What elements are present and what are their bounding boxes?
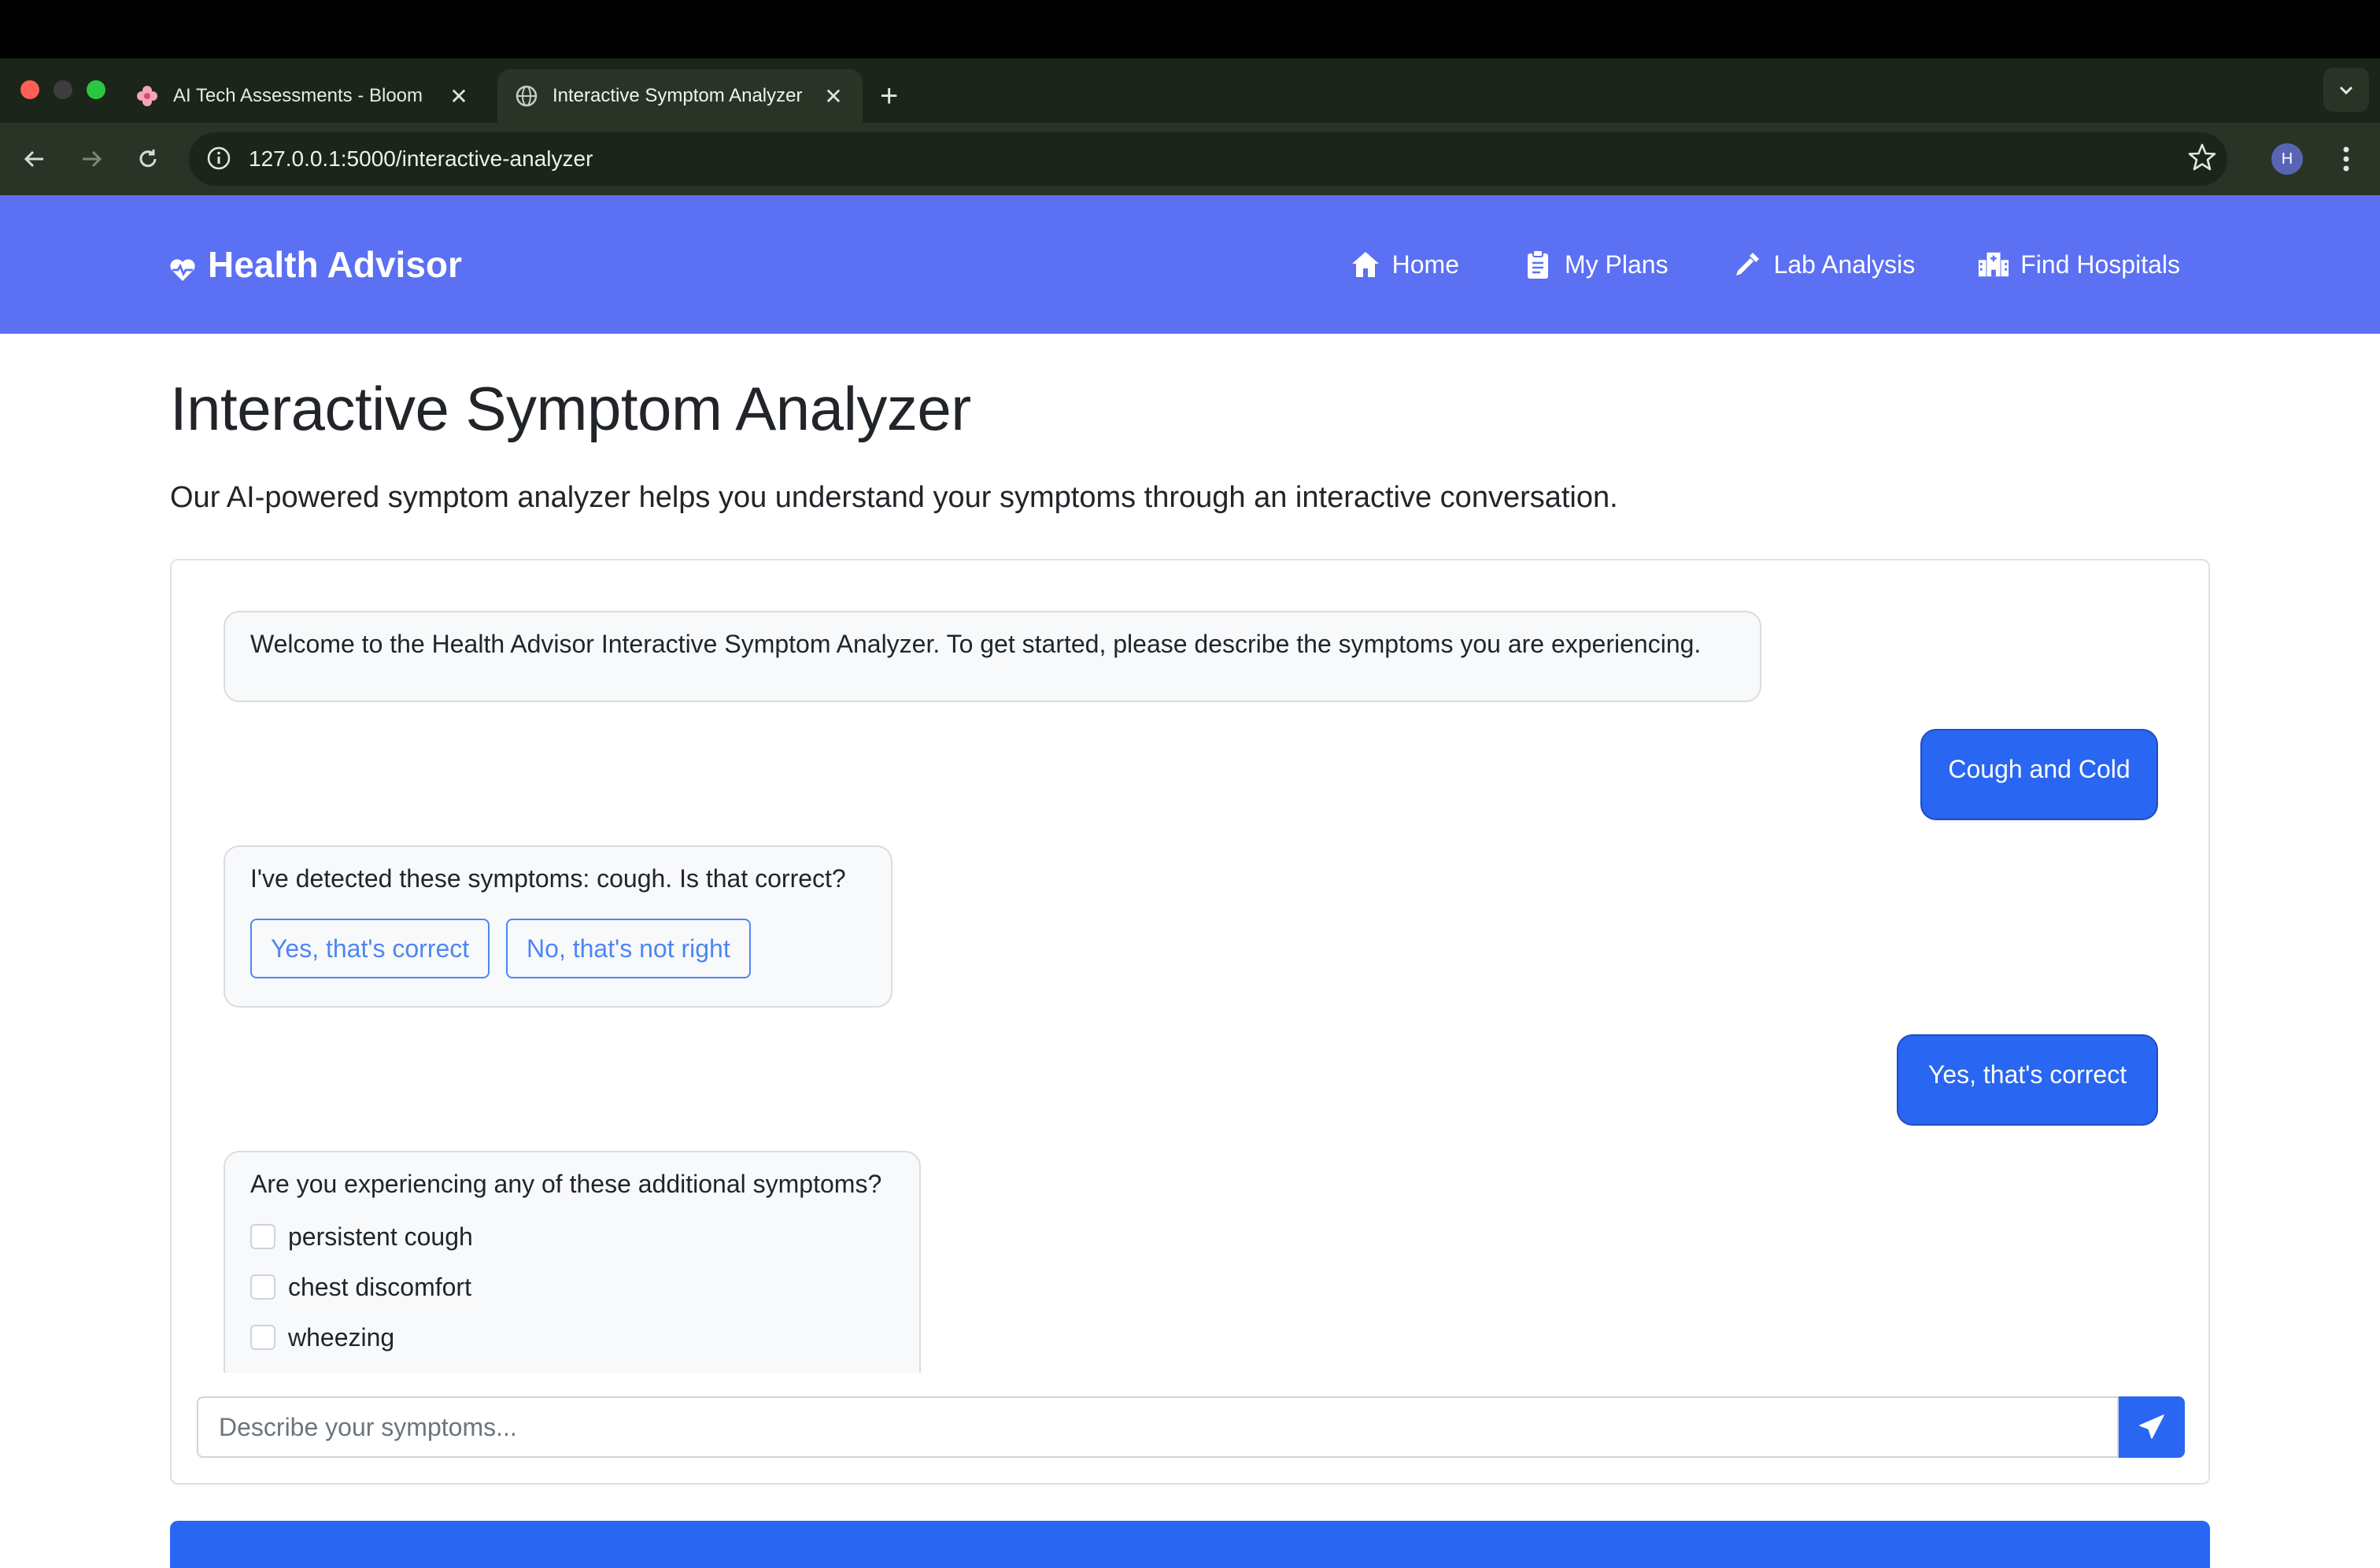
chat-card: Welcome to the Health Advisor Interactiv… bbox=[170, 559, 2210, 1485]
symptom-checkbox[interactable] bbox=[250, 1224, 275, 1249]
symptom-input[interactable] bbox=[197, 1396, 2119, 1458]
tab-title: AI Tech Assessments - Bloom bbox=[173, 85, 423, 106]
symptom-option[interactable]: chest discomfort bbox=[250, 1262, 894, 1312]
app-navbar: Health Advisor Home My Plans Lab Analysi… bbox=[0, 195, 2380, 334]
hospital-icon bbox=[1978, 249, 2009, 280]
brand-link[interactable]: Health Advisor bbox=[168, 195, 462, 334]
user-message-text: Yes, that's correct bbox=[1927, 1060, 2127, 1089]
heart-pulse-icon bbox=[168, 250, 197, 281]
clipboard-icon bbox=[1522, 249, 1554, 280]
nav-home[interactable]: Home bbox=[1350, 249, 1459, 280]
symptom-label: chest discomfort bbox=[288, 1272, 471, 1301]
nav-my-plans-label: My Plans bbox=[1564, 250, 1669, 279]
user-message-text: Cough and Cold bbox=[1948, 754, 2131, 783]
forward-arrow-icon[interactable] bbox=[72, 140, 110, 178]
symptom-checkbox[interactable] bbox=[250, 1274, 275, 1300]
window-zoom-button[interactable] bbox=[87, 80, 105, 99]
nav-my-plans[interactable]: My Plans bbox=[1522, 249, 1669, 280]
address-bar[interactable]: 127.0.0.1:5000/interactive-analyzer bbox=[189, 132, 2227, 186]
browser-tab-analyzer[interactable]: Interactive Symptom Analyzer ✕ bbox=[497, 69, 863, 123]
send-button[interactable] bbox=[2119, 1396, 2185, 1458]
confirm-no-button[interactable]: No, that's not right bbox=[506, 919, 751, 978]
chat-input-group bbox=[197, 1396, 2185, 1458]
nav-find-hospitals[interactable]: Find Hospitals bbox=[1978, 249, 2180, 280]
next-card-header bbox=[170, 1521, 2210, 1568]
pipette-icon bbox=[1731, 249, 1763, 280]
close-icon[interactable]: ✕ bbox=[822, 83, 845, 109]
back-arrow-icon[interactable] bbox=[16, 140, 54, 178]
tab-search-chevron-icon[interactable] bbox=[2323, 68, 2369, 112]
symptom-option[interactable]: wheezing bbox=[250, 1312, 894, 1363]
browser-toolbar: 127.0.0.1:5000/interactive-analyzer H bbox=[0, 123, 2380, 195]
more-menu-icon[interactable] bbox=[2334, 142, 2358, 176]
page-title: Interactive Symptom Analyzer bbox=[170, 374, 971, 443]
browser-tab-bloom[interactable]: AI Tech Assessments - Bloom ✕ bbox=[118, 69, 488, 123]
bot-message-additional: Are you experiencing any of these additi… bbox=[224, 1151, 921, 1373]
brand-name: Health Advisor bbox=[208, 244, 462, 285]
nav-links: Home My Plans Lab Analysis Find Hospital… bbox=[1287, 195, 2180, 334]
tab-title: Interactive Symptom Analyzer bbox=[552, 85, 803, 106]
window-close-button[interactable] bbox=[20, 80, 39, 99]
paper-plane-icon bbox=[2139, 1415, 2164, 1439]
confirm-options: Yes, that's correct No, that's not right bbox=[250, 919, 866, 978]
chat-messages[interactable]: Welcome to the Health Advisor Interactiv… bbox=[172, 560, 2208, 1373]
bot-message-text: Welcome to the Health Advisor Interactiv… bbox=[250, 630, 1702, 658]
home-icon bbox=[1350, 249, 1381, 280]
user-message: Yes, that's correct bbox=[1897, 1034, 2158, 1126]
new-tab-plus-icon[interactable]: + bbox=[880, 69, 898, 123]
browser-tab-strip: AI Tech Assessments - Bloom ✕ Interactiv… bbox=[0, 58, 2380, 123]
page-lead: Our AI-powered symptom analyzer helps yo… bbox=[170, 481, 1618, 514]
window-minimize-button[interactable] bbox=[54, 80, 72, 99]
bloom-flower-icon bbox=[135, 84, 159, 108]
bot-message-text: Are you experiencing any of these additi… bbox=[250, 1170, 882, 1198]
additional-symptom-list: persistent cough chest discomfort wheezi… bbox=[250, 1211, 894, 1363]
bot-message-confirm: I've detected these symptoms: cough. Is … bbox=[224, 845, 893, 1008]
globe-icon bbox=[515, 84, 538, 108]
symptom-checkbox[interactable] bbox=[250, 1325, 275, 1350]
page-header: Interactive Symptom Analyzer Our AI-powe… bbox=[170, 334, 2210, 515]
url-text: 127.0.0.1:5000/interactive-analyzer bbox=[249, 146, 593, 171]
site-info-icon[interactable] bbox=[206, 146, 233, 172]
nav-home-label: Home bbox=[1391, 250, 1459, 279]
bot-message-welcome: Welcome to the Health Advisor Interactiv… bbox=[224, 611, 1761, 702]
nav-lab-analysis[interactable]: Lab Analysis bbox=[1731, 249, 1916, 280]
profile-avatar[interactable]: H bbox=[2271, 143, 2303, 175]
symptom-label: persistent cough bbox=[288, 1222, 473, 1251]
bot-message-text: I've detected these symptoms: cough. Is … bbox=[250, 864, 846, 893]
nav-lab-analysis-label: Lab Analysis bbox=[1773, 250, 1916, 279]
symptom-option[interactable]: persistent cough bbox=[250, 1211, 894, 1262]
os-top-bar bbox=[0, 0, 2380, 58]
bookmark-star-icon[interactable] bbox=[2186, 142, 2221, 176]
confirm-yes-button[interactable]: Yes, that's correct bbox=[250, 919, 490, 978]
symptom-label: wheezing bbox=[288, 1322, 395, 1352]
nav-find-hospitals-label: Find Hospitals bbox=[2020, 250, 2180, 279]
close-icon[interactable]: ✕ bbox=[447, 83, 471, 109]
user-message: Cough and Cold bbox=[1920, 729, 2158, 820]
reload-icon[interactable] bbox=[129, 140, 167, 178]
